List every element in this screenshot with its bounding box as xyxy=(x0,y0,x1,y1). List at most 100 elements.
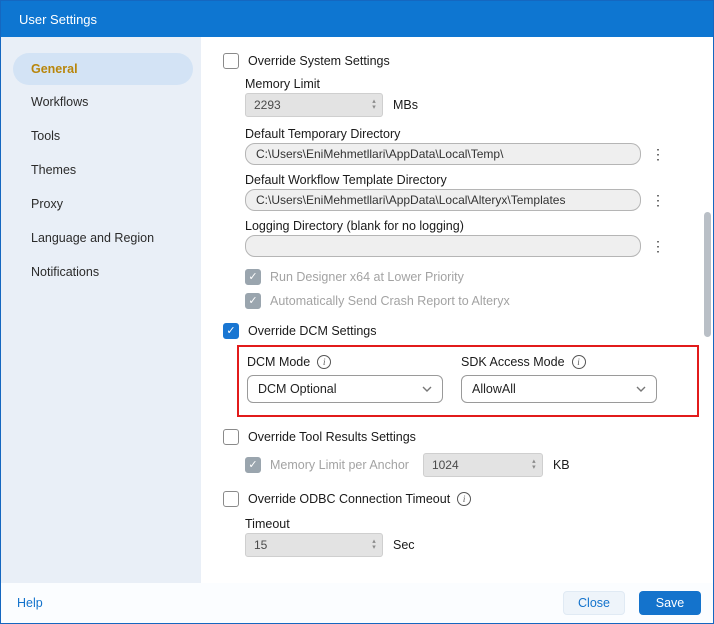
vertical-scrollbar-thumb[interactable] xyxy=(704,212,711,337)
memory-per-anchor-unit: KB xyxy=(553,458,570,472)
run-x64-checkbox: ✓ Run Designer x64 at Lower Priority xyxy=(245,269,464,285)
spinner-arrows: ▴ ▾ xyxy=(366,534,382,556)
sdk-access-mode-select[interactable]: AllowAll xyxy=(461,375,657,403)
logging-dir-row: ⋮ xyxy=(245,235,713,257)
system-settings-group: Memory Limit 2293 ▴ ▾ MBs Default Tempor… xyxy=(245,77,713,309)
dcm-mode-select[interactable]: DCM Optional xyxy=(247,375,443,403)
dcm-settings-highlight-box: DCM Mode i DCM Optional SDK Access Mode … xyxy=(237,345,699,417)
sdk-access-mode-value: AllowAll xyxy=(472,382,516,396)
sdk-access-mode-label: SDK Access Mode xyxy=(461,355,565,369)
sidebar-item-general[interactable]: General xyxy=(13,53,193,85)
temp-dir-input[interactable] xyxy=(245,143,641,165)
template-dir-input[interactable] xyxy=(245,189,641,211)
checkbox-label: Override ODBC Connection Timeout xyxy=(248,492,450,506)
spin-down-icon: ▾ xyxy=(372,545,376,551)
sidebar-item-label: Tools xyxy=(31,129,60,143)
chevron-down-icon xyxy=(636,386,646,392)
timeout-unit: Sec xyxy=(393,538,415,552)
dots-vertical-icon: ⋮ xyxy=(651,146,665,163)
template-dir-row: ⋮ xyxy=(245,189,713,211)
checkbox-label: Override DCM Settings xyxy=(248,324,377,338)
override-system-settings-row: Override System Settings xyxy=(223,53,713,69)
override-odbc-checkbox[interactable]: Override ODBC Connection Timeout xyxy=(223,491,450,507)
timeout-value: 15 xyxy=(246,534,366,556)
info-icon[interactable]: i xyxy=(317,355,331,369)
sidebar-item-themes[interactable]: Themes xyxy=(1,153,201,187)
timeout-group: Timeout 15 ▴ ▾ Sec xyxy=(245,517,713,557)
memory-per-anchor-checkbox: ✓ Memory Limit per Anchor xyxy=(245,457,409,473)
browse-logging-dir-button[interactable]: ⋮ xyxy=(649,235,667,257)
override-system-settings-checkbox[interactable]: Override System Settings xyxy=(223,53,390,69)
dcm-mode-group: DCM Mode i DCM Optional xyxy=(247,355,443,403)
help-link[interactable]: Help xyxy=(17,596,43,610)
settings-content: Override System Settings Memory Limit 22… xyxy=(201,37,713,583)
sidebar-item-label: Language and Region xyxy=(31,231,154,245)
window-title: User Settings xyxy=(19,12,97,27)
dcm-mode-label: DCM Mode xyxy=(247,355,310,369)
checkbox-checked-icon[interactable]: ✓ xyxy=(223,323,239,339)
spin-down-icon: ▾ xyxy=(532,465,536,471)
sidebar-item-tools[interactable]: Tools xyxy=(1,119,201,153)
close-button[interactable]: Close xyxy=(563,591,625,615)
sidebar-item-label: Notifications xyxy=(31,265,99,279)
memory-limit-label: Memory Limit xyxy=(245,77,713,91)
user-settings-window: User Settings General Workflows Tools Th… xyxy=(0,0,714,624)
logging-dir-label: Logging Directory (blank for no logging) xyxy=(245,219,713,233)
memory-limit-value: 2293 xyxy=(246,94,366,116)
save-button[interactable]: Save xyxy=(639,591,701,615)
memory-limit-row: 2293 ▴ ▾ MBs xyxy=(245,93,713,117)
memory-limit-unit: MBs xyxy=(393,98,418,112)
dcm-mode-value: DCM Optional xyxy=(258,382,337,396)
dots-vertical-icon: ⋮ xyxy=(651,192,665,209)
override-dcm-settings-checkbox[interactable]: ✓ Override DCM Settings xyxy=(223,323,377,339)
temp-dir-row: ⋮ xyxy=(245,143,713,165)
memory-per-anchor-input: 1024 ▴ ▾ xyxy=(423,453,543,477)
dots-vertical-icon: ⋮ xyxy=(651,238,665,255)
checkbox-label: Run Designer x64 at Lower Priority xyxy=(270,270,464,284)
checkbox-checked-icon: ✓ xyxy=(245,457,261,473)
checkbox-checked-icon: ✓ xyxy=(245,293,261,309)
sidebar-item-language-and-region[interactable]: Language and Region xyxy=(1,221,201,255)
browse-template-dir-button[interactable]: ⋮ xyxy=(649,189,667,211)
timeout-label: Timeout xyxy=(245,517,713,531)
memory-per-anchor-value: 1024 xyxy=(424,454,526,476)
sidebar-item-workflows[interactable]: Workflows xyxy=(1,85,201,119)
temp-dir-label: Default Temporary Directory xyxy=(245,127,713,141)
override-odbc-row: Override ODBC Connection Timeout i xyxy=(223,491,713,507)
override-dcm-row: ✓ Override DCM Settings xyxy=(223,323,713,339)
sidebar-item-label: Themes xyxy=(31,163,76,177)
checkbox-label: Override System Settings xyxy=(248,54,390,68)
crash-report-checkbox: ✓ Automatically Send Crash Report to Alt… xyxy=(245,293,510,309)
checkbox-unchecked-icon[interactable] xyxy=(223,53,239,69)
override-tool-results-row: Override Tool Results Settings xyxy=(223,429,713,445)
spin-down-icon: ▾ xyxy=(372,105,376,111)
info-icon[interactable]: i xyxy=(457,492,471,506)
override-tool-results-checkbox[interactable]: Override Tool Results Settings xyxy=(223,429,416,445)
sidebar-item-notifications[interactable]: Notifications xyxy=(1,255,201,289)
browse-temp-dir-button[interactable]: ⋮ xyxy=(649,143,667,165)
crash-report-row: ✓ Automatically Send Crash Report to Alt… xyxy=(245,293,713,309)
sidebar: General Workflows Tools Themes Proxy Lan… xyxy=(1,37,201,583)
spinner-arrows: ▴ ▾ xyxy=(366,94,382,116)
checkbox-unchecked-icon[interactable] xyxy=(223,429,239,445)
sdk-access-mode-group: SDK Access Mode i AllowAll xyxy=(461,355,657,403)
info-icon[interactable]: i xyxy=(572,355,586,369)
titlebar[interactable]: User Settings xyxy=(1,1,713,37)
sidebar-item-proxy[interactable]: Proxy xyxy=(1,187,201,221)
logging-dir-input[interactable] xyxy=(245,235,641,257)
checkbox-checked-icon: ✓ xyxy=(245,269,261,285)
timeout-row: 15 ▴ ▾ Sec xyxy=(245,533,713,557)
memory-per-anchor-row: ✓ Memory Limit per Anchor 1024 ▴ ▾ KB xyxy=(245,453,713,477)
spinner-arrows: ▴ ▾ xyxy=(526,454,542,476)
checkbox-label: Automatically Send Crash Report to Alter… xyxy=(270,294,510,308)
window-body: General Workflows Tools Themes Proxy Lan… xyxy=(1,37,713,583)
sidebar-item-label: General xyxy=(31,62,78,76)
sidebar-item-label: Proxy xyxy=(31,197,63,211)
memory-limit-input: 2293 ▴ ▾ xyxy=(245,93,383,117)
checkbox-unchecked-icon[interactable] xyxy=(223,491,239,507)
template-dir-label: Default Workflow Template Directory xyxy=(245,173,713,187)
sidebar-item-label: Workflows xyxy=(31,95,88,109)
run-x64-row: ✓ Run Designer x64 at Lower Priority xyxy=(245,269,713,285)
timeout-input: 15 ▴ ▾ xyxy=(245,533,383,557)
checkbox-label: Memory Limit per Anchor xyxy=(270,458,409,472)
